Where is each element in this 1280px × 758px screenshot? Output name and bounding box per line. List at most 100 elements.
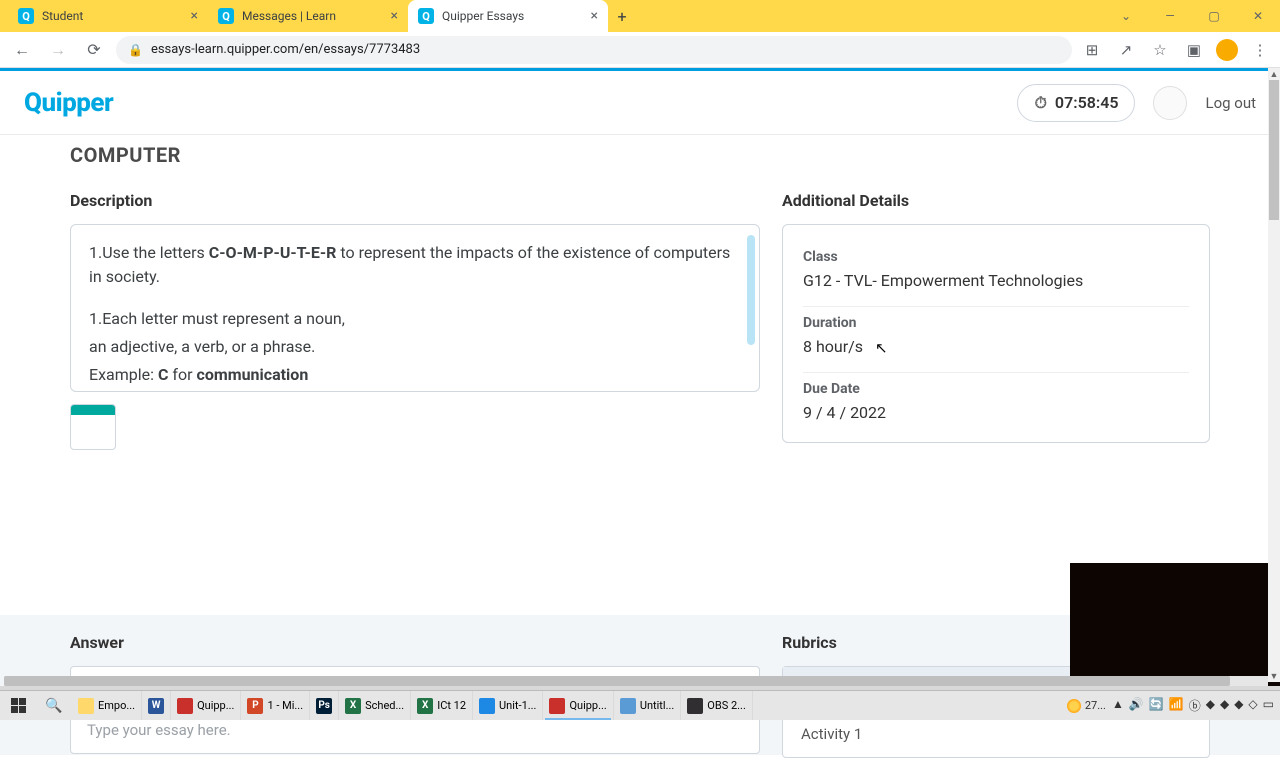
translate-icon[interactable]: ⊞ <box>1080 38 1104 62</box>
toolbar-right: ⊞ ↗ ☆ ▣ ⋮ <box>1080 38 1272 62</box>
desc-text: for <box>168 365 196 384</box>
detail-class: Class G12 - TVL- Empowerment Technologie… <box>803 241 1189 307</box>
star-icon[interactable]: ☆ <box>1148 38 1172 62</box>
picture-in-picture-overlay[interactable] <box>1070 563 1280 687</box>
address-bar: ← → ⟳ 🔒 essays-learn.quipper.com/en/essa… <box>0 32 1280 68</box>
tray-icon[interactable]: ▭ <box>1263 697 1274 714</box>
forward-button[interactable]: → <box>44 36 72 64</box>
tray-icon[interactable]: 🔄 <box>1149 697 1164 714</box>
logout-link[interactable]: Log out <box>1205 94 1256 112</box>
weather-widget[interactable]: 27... <box>1067 699 1106 713</box>
app-icon: Ps <box>316 698 332 714</box>
url-field[interactable]: 🔒 essays-learn.quipper.com/en/essays/777… <box>116 36 1072 64</box>
menu-icon[interactable]: ⋮ <box>1248 38 1272 62</box>
tray-icon[interactable]: ◆ <box>1220 697 1229 714</box>
new-tab-button[interactable]: + <box>608 0 636 32</box>
desc-text: an adjective, a verb, or a phrase. <box>89 335 741 359</box>
vertical-scroll-thumb[interactable] <box>1269 80 1279 220</box>
extensions-icon[interactable]: ▣ <box>1182 38 1206 62</box>
scroll-down-arrow[interactable]: ▼ <box>1268 670 1280 682</box>
detail-value: G12 - TVL- Empowerment Technologies <box>803 271 1189 290</box>
app-icon: X <box>417 698 433 714</box>
app-icon <box>177 698 193 714</box>
details-heading: Additional Details <box>782 191 1210 210</box>
tray-icon[interactable]: ▲ <box>1112 697 1124 714</box>
detail-label: Due Date <box>803 381 1189 397</box>
timer-pill: ⏱ 07:58:45 <box>1017 84 1135 122</box>
desc-text: 1.Use the letters <box>89 243 209 262</box>
app-icon <box>78 698 94 714</box>
main-content: COMPUTER Description 1.Use the letters C… <box>0 135 1280 615</box>
back-button[interactable]: ← <box>8 36 36 64</box>
taskbar-app[interactable]: Ps <box>310 691 339 720</box>
vertical-scrollbar[interactable]: ▲ ▼ <box>1268 68 1280 682</box>
quipper-favicon: Q <box>18 8 34 24</box>
desc-bold: communication <box>196 365 308 384</box>
windows-logo-icon <box>11 698 26 713</box>
quipper-logo[interactable]: Quipper <box>24 88 113 118</box>
url-text: essays-learn.quipper.com/en/essays/77734… <box>151 42 420 57</box>
tray-icon[interactable]: ⓑ <box>1189 697 1201 714</box>
stopwatch-icon: ⏱ <box>1034 93 1046 113</box>
taskbar-app[interactable]: X Sched... <box>339 691 411 720</box>
taskbar-app[interactable]: Unit-1... <box>473 691 543 720</box>
taskbar-search[interactable]: 🔍 <box>36 698 72 714</box>
horizontal-scroll-thumb[interactable] <box>4 676 1230 686</box>
tab-essays[interactable]: Q Quipper Essays × <box>408 0 608 32</box>
tab-student[interactable]: Q Student × <box>8 0 208 32</box>
detail-label: Class <box>803 249 1189 265</box>
app-icon <box>620 698 636 714</box>
start-button[interactable] <box>0 691 36 721</box>
close-icon[interactable]: × <box>391 8 398 24</box>
close-icon[interactable]: × <box>191 8 198 24</box>
scrollbar-thumb[interactable] <box>747 235 755 345</box>
window-controls: ⌄ — ▢ ✕ <box>1104 0 1280 32</box>
taskbar-app[interactable]: P1 - Mi... <box>241 691 310 720</box>
tray-icon[interactable]: 📶 <box>1169 697 1184 714</box>
description-box: 1.Use the letters C-O-M-P-U-T-E-R to rep… <box>70 224 760 392</box>
minimize-icon[interactable]: — <box>1148 0 1192 32</box>
scroll-up-arrow[interactable]: ▲ <box>1268 68 1280 80</box>
tray-icon[interactable]: ◆ <box>1234 697 1243 714</box>
taskbar-app[interactable]: Quipp... <box>171 691 241 720</box>
browser-titlebar: Q Student × Q Messages | Learn × Q Quipp… <box>0 0 1280 32</box>
taskbar-app-label: Quipp... <box>569 699 606 712</box>
tray-icon[interactable]: 🔊 <box>1129 697 1144 714</box>
taskbar-app[interactable]: X ICt 12 <box>411 691 473 720</box>
taskbar-app-label: OBS 2... <box>707 699 746 712</box>
taskbar-app[interactable]: Empo... <box>72 691 142 720</box>
detail-value: 9 / 4 / 2022 <box>803 403 1189 422</box>
tray-icon[interactable]: ◆ <box>1206 697 1215 714</box>
taskbar-app[interactable]: OBS 2... <box>681 691 753 720</box>
close-icon[interactable]: × <box>591 8 598 24</box>
tab-messages[interactable]: Q Messages | Learn × <box>208 0 408 32</box>
app-icon <box>479 698 495 714</box>
system-tray: 27... ▲ 🔊 🔄 📶 ⓑ ◆ ◆ ◆ ◇ ▭ <box>1061 697 1280 714</box>
taskbar-app-label: Quipp... <box>197 699 234 712</box>
app-icon: P <box>247 698 263 714</box>
taskbar-app[interactable]: Untitl... <box>614 691 681 720</box>
taskbar-app-label: Empo... <box>98 699 135 712</box>
windows-taskbar: 🔍 Empo...WQuipp...P1 - Mi...PsXSched...X… <box>0 690 1280 720</box>
tray-icon[interactable]: ◇ <box>1248 697 1257 714</box>
profile-avatar[interactable] <box>1216 39 1238 61</box>
quipper-favicon: Q <box>218 8 234 24</box>
tab-title: Messages | Learn <box>242 9 383 23</box>
desc-text: Example: <box>89 365 158 384</box>
taskbar-app[interactable]: Quipp... <box>543 691 613 720</box>
user-avatar[interactable] <box>1153 86 1187 120</box>
attachment-thumbnail[interactable] <box>70 404 116 450</box>
taskbar-app[interactable]: W <box>142 691 171 720</box>
quipper-favicon: Q <box>418 8 434 24</box>
taskbar-app-label: ICt 12 <box>437 699 466 712</box>
taskbar-app-label: Sched... <box>365 699 404 712</box>
reload-button[interactable]: ⟳ <box>80 36 108 64</box>
maximize-icon[interactable]: ▢ <box>1192 0 1236 32</box>
close-window-icon[interactable]: ✕ <box>1236 0 1280 32</box>
share-icon[interactable]: ↗ <box>1114 38 1138 62</box>
app-icon <box>549 698 565 714</box>
horizontal-scrollbar[interactable] <box>4 676 1268 686</box>
chevron-down-icon[interactable]: ⌄ <box>1104 0 1148 32</box>
app-icon: X <box>345 698 361 714</box>
tab-title: Quipper Essays <box>442 9 583 23</box>
